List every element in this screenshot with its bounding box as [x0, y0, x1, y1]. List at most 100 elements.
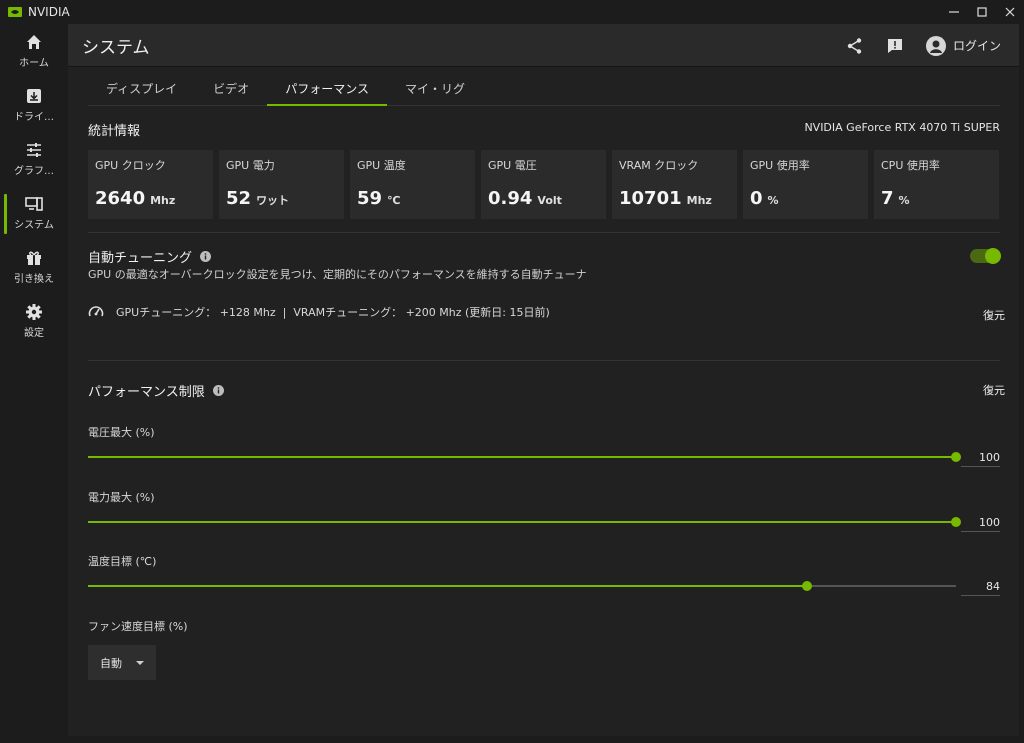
nav-item-settings[interactable]: 設定 [0, 294, 68, 348]
stat-card-cpu-usage: CPU 使用率 7% [874, 150, 999, 219]
fan-speed-label: ファン速度目標 (%) [88, 620, 188, 633]
stat-label: VRAM クロック [619, 159, 699, 172]
stat-card-vram-clock: VRAM クロック 10701 Mhz [612, 150, 737, 219]
left-nav: ホーム ドライ… グラフ… システム 引き換え 設定 [0, 24, 68, 743]
performance-limits-restore-button[interactable]: 復元 [983, 382, 1005, 398]
page-header: システム ログイン [68, 24, 1019, 67]
info-icon[interactable] [212, 385, 224, 396]
auto-tuning-description: GPU の最適なオーバークロック設定を見つけ、定期的にそのパフォーマンスを維持す… [88, 268, 587, 281]
toggle-knob [985, 248, 1001, 264]
power-max-label: 電力最大 (%) [88, 491, 155, 504]
stat-label: GPU 電圧 [488, 159, 537, 172]
nav-item-redeem[interactable]: 引き換え [0, 240, 68, 294]
tab-video[interactable]: ビデオ [195, 71, 267, 105]
temp-target-label: 温度目標 (℃) [88, 555, 157, 568]
stat-card-gpu-voltage: GPU 電圧 0.94 Volt [481, 150, 606, 219]
share-icon[interactable] [846, 37, 864, 55]
auto-tuning-toggle[interactable] [970, 248, 1001, 264]
nav-item-drivers[interactable]: ドライ… [0, 78, 68, 132]
fan-speed-selected: 自動 [100, 656, 122, 670]
sliders-icon [27, 143, 41, 157]
window-controls [946, 0, 1018, 24]
auto-tuning-restore-button[interactable]: 復元 [983, 307, 1005, 323]
stat-unit: % [767, 194, 779, 207]
nav-label-system: システム [14, 220, 54, 231]
temp-target-slider[interactable] [88, 580, 956, 592]
stat-label: GPU クロック [95, 159, 166, 172]
stat-unit: ワット [256, 194, 290, 207]
slider-thumb[interactable] [801, 581, 812, 591]
close-button[interactable] [1002, 4, 1018, 20]
stats-cards: GPU クロック 2640 Mhz GPU 電力 52 ワット GPU 温度 59 ℃… [88, 150, 1000, 219]
slider-fill [88, 521, 956, 523]
voltage-max-slider[interactable] [88, 451, 961, 463]
slider-thumb[interactable] [951, 517, 961, 527]
stat-unit: Mhz [686, 194, 712, 207]
maximize-button[interactable] [974, 4, 990, 20]
voltage-max-label: 電圧最大 (%) [88, 426, 155, 439]
divider [88, 232, 1000, 233]
stat-number: 7 [881, 188, 894, 209]
stat-value: 0.94 Volt [488, 188, 562, 209]
stat-value: 2640 Mhz [95, 188, 175, 209]
stat-card-gpu-clock: GPU クロック 2640 Mhz [88, 150, 213, 219]
maximize-icon [977, 7, 987, 17]
power-max-value[interactable]: 100 [961, 512, 1000, 532]
auto-tuning-title: 自動チューニング [88, 247, 212, 266]
tuning-status-row: GPUチューニング： +128 Mhz | VRAMチューニング： +200 M… [88, 304, 550, 320]
nav-item-home[interactable]: ホーム [0, 24, 68, 78]
feedback-icon[interactable] [886, 37, 904, 55]
stat-value: 0% [750, 188, 779, 209]
voltage-max-value[interactable]: 100 [961, 447, 1000, 467]
fan-speed-dropdown[interactable]: 自動 [88, 645, 156, 680]
stats-title: 統計情報 [88, 124, 141, 139]
login-button[interactable]: ログイン [925, 35, 1001, 56]
performance-limits-label: パフォーマンス制限 [88, 385, 205, 400]
header-actions: ログイン [846, 24, 1001, 67]
stat-unit: Mhz [150, 194, 176, 207]
stat-value: 7% [881, 188, 910, 209]
speedometer-icon [88, 306, 104, 317]
close-icon [1005, 7, 1015, 17]
title-bar: NVIDIA [0, 0, 1024, 24]
nav-label-home: ホーム [19, 58, 49, 69]
performance-limits-title: パフォーマンス制限 [88, 381, 224, 400]
stat-label: CPU 使用率 [881, 159, 940, 172]
nav-label-drivers: ドライ… [14, 112, 54, 123]
nav-label-redeem: 引き換え [14, 274, 54, 285]
divider [88, 360, 1000, 361]
power-max-slider[interactable] [88, 516, 961, 528]
stat-value: 10701 Mhz [619, 188, 712, 209]
nav-item-system[interactable]: システム [0, 186, 68, 240]
stat-number: 0 [750, 188, 763, 209]
app-title: NVIDIA [28, 5, 70, 19]
stat-value: 52 ワット [226, 188, 289, 209]
stat-card-gpu-temp: GPU 温度 59 ℃ [350, 150, 475, 219]
stat-number: 2640 [95, 188, 146, 209]
slider-fill [88, 456, 956, 458]
chevron-down-icon [136, 660, 144, 665]
login-label: ログイン [952, 39, 1001, 53]
stat-label: GPU 使用率 [750, 159, 810, 172]
main-panel: システム ログイン ディスプレイ ビデオ パフォーマンス マイ・リグ 統計情報 … [68, 24, 1019, 736]
temp-target-value[interactable]: 84 [961, 576, 1000, 596]
nav-label-settings: 設定 [24, 328, 44, 339]
tab-my-rig[interactable]: マイ・リグ [387, 71, 483, 105]
stat-unit: % [898, 194, 910, 207]
gpu-name: NVIDIA GeForce RTX 4070 Ti SUPER [804, 121, 1000, 134]
stat-number: 52 [226, 188, 252, 209]
minimize-button[interactable] [946, 4, 962, 20]
nav-item-graphics[interactable]: グラフ… [0, 132, 68, 186]
tab-performance[interactable]: パフォーマンス [267, 71, 387, 106]
home-icon [27, 35, 41, 49]
auto-tuning-label: 自動チューニング [88, 251, 193, 266]
info-icon[interactable] [200, 251, 212, 262]
stat-label: GPU 温度 [357, 159, 406, 172]
minimize-icon [949, 11, 959, 13]
system-icon [25, 197, 43, 211]
slider-thumb[interactable] [951, 452, 961, 462]
tab-display[interactable]: ディスプレイ [88, 71, 195, 105]
nav-label-graphics: グラフ… [14, 166, 54, 177]
gift-icon [27, 251, 41, 265]
stat-label: GPU 電力 [226, 159, 275, 172]
